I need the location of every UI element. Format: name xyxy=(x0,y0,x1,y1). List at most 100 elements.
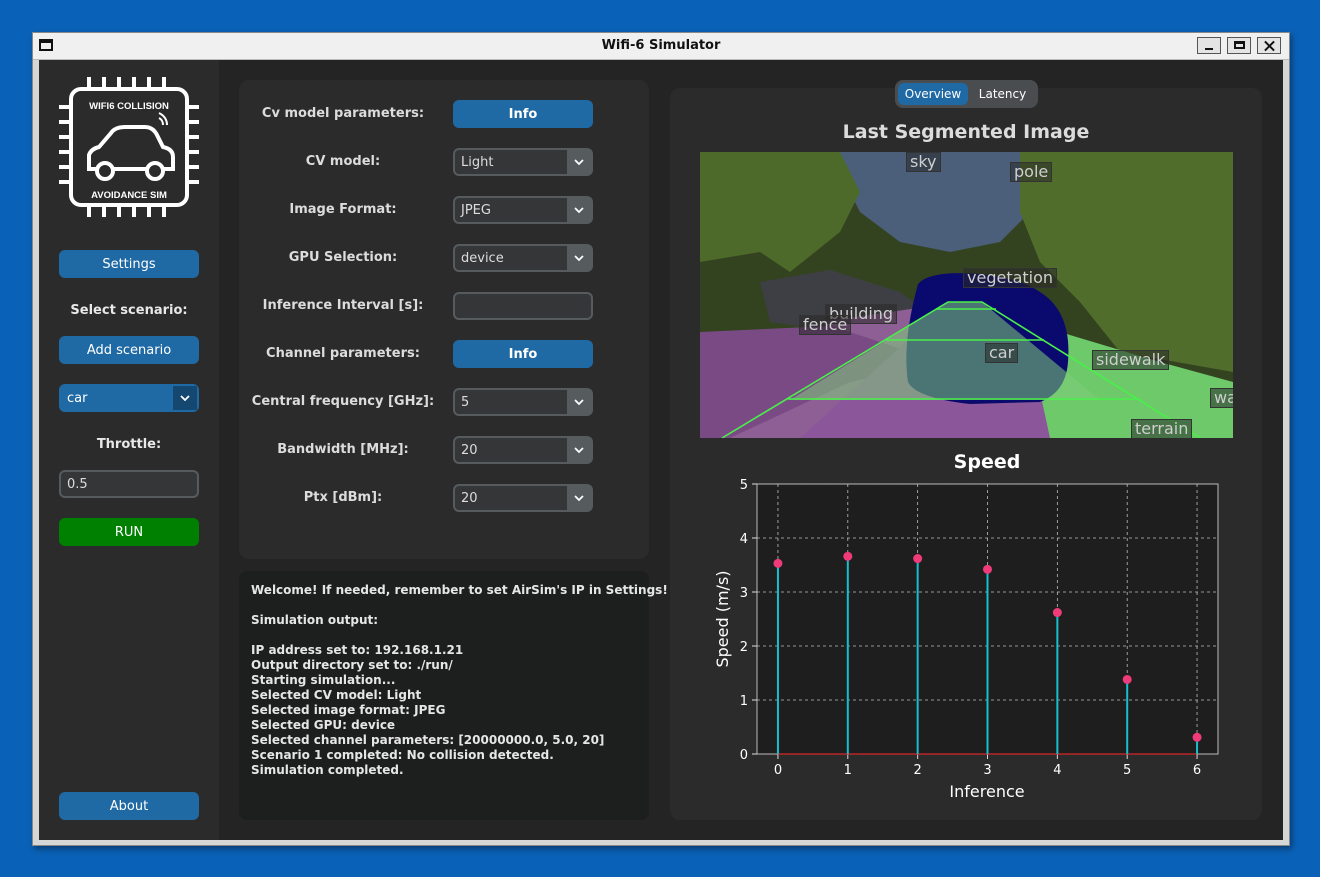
chevron-down-icon[interactable] xyxy=(567,486,591,510)
segmentation-canvas xyxy=(700,152,1233,438)
x-tick-label: 1 xyxy=(844,763,852,778)
speed-chart: Speed 0 1 2 3 4 5 6 0 1 2 3 4 5 Inference Speed (m/s… xyxy=(713,451,1219,801)
console-line: Selected image format: JPEG xyxy=(251,703,446,717)
seg-label-car: car xyxy=(985,343,1019,363)
chevron-down-icon[interactable] xyxy=(567,390,591,414)
central-frequency-label: Central frequency [GHz]: xyxy=(251,394,435,409)
console-line: Output directory set to: ./run/ xyxy=(251,658,453,672)
throttle-label: Throttle: xyxy=(96,437,162,452)
seg-label-pole: pole xyxy=(1010,162,1053,182)
chart-title: Speed xyxy=(954,451,1021,473)
overview-panel: Overview Latency Last Segmented Image sk… xyxy=(670,80,1262,820)
y-tick-label: 4 xyxy=(740,532,748,547)
gpu-label: GPU Selection: xyxy=(288,250,398,265)
simulation-output-console[interactable]: Welcome! If needed, remember to set AirS… xyxy=(239,571,668,820)
view-tabs: Overview Latency xyxy=(895,80,1038,108)
stem-marker xyxy=(1192,732,1202,742)
tab-latency[interactable]: Latency xyxy=(970,83,1035,105)
seg-label-sidewalk: sidewalk xyxy=(1092,350,1170,370)
close-button[interactable] xyxy=(1257,37,1281,54)
console-line: IP address set to: 192.168.1.21 xyxy=(251,643,464,657)
scenario-select[interactable]: car xyxy=(59,384,199,412)
console-line: Scenario 1 completed: No collision detec… xyxy=(251,748,554,762)
title-bar[interactable]: Wifi-6 Simulator xyxy=(33,33,1289,60)
scenario-select-value: car xyxy=(67,391,88,406)
sidebar: WIFI6 COLLISION AVOIDANCE SIM Settings S… xyxy=(39,60,219,840)
x-tick-label: 4 xyxy=(1053,763,1061,778)
add-scenario-button[interactable]: Add scenario xyxy=(59,336,199,364)
settings-button[interactable]: Settings xyxy=(59,250,199,278)
stem-marker xyxy=(1122,674,1132,684)
chevron-down-icon[interactable] xyxy=(567,198,591,222)
channel-params-label: Channel parameters: xyxy=(266,346,420,361)
central-frequency-value: 5 xyxy=(461,395,470,410)
gpu-select[interactable]: device xyxy=(453,244,593,272)
app-window: Wifi-6 Simulator WIFI6 COLLISION AVOIDAN… xyxy=(32,32,1290,846)
console-line: Simulation output: xyxy=(251,613,379,627)
chevron-down-icon[interactable] xyxy=(567,150,591,174)
x-axis-label: Inference xyxy=(949,782,1024,801)
stem-marker xyxy=(843,551,853,561)
app-logo: WIFI6 COLLISION AVOIDANCE SIM xyxy=(59,77,199,217)
segmented-image: sky pole vegetation building fence car s… xyxy=(700,152,1233,438)
stem-marker xyxy=(983,564,992,574)
cv-model-select[interactable]: Light xyxy=(453,148,593,176)
console-line: Selected CV model: Light xyxy=(251,688,422,702)
central-frequency-select[interactable]: 5 xyxy=(453,388,593,416)
image-format-label: Image Format: xyxy=(289,202,397,217)
seg-label-sky: sky xyxy=(906,152,941,172)
inference-interval-input[interactable] xyxy=(453,292,593,320)
bandwidth-value: 20 xyxy=(461,443,478,458)
x-tick-label: 5 xyxy=(1123,763,1131,778)
cv-params-label: Cv model parameters: xyxy=(261,106,425,121)
x-tick-label: 6 xyxy=(1193,763,1201,778)
cv-info-button[interactable]: Info xyxy=(453,100,593,128)
x-tick-label: 3 xyxy=(983,763,991,778)
ptx-select[interactable]: 20 xyxy=(453,484,593,512)
select-scenario-label: Select scenario: xyxy=(70,303,188,318)
logo-top-text: WIFI6 COLLISION xyxy=(89,101,169,112)
maximize-button[interactable] xyxy=(1227,37,1251,54)
segmented-image-title: Last Segmented Image xyxy=(842,121,1090,143)
inference-interval-label: Inference Interval [s]: xyxy=(262,298,424,313)
x-tick-label: 0 xyxy=(774,763,782,778)
parameters-panel: Cv model parameters: Info CV model: Ligh… xyxy=(239,80,649,559)
chevron-down-icon[interactable] xyxy=(567,246,591,270)
x-tick-label: 2 xyxy=(914,763,922,778)
console-line: Selected GPU: device xyxy=(251,718,396,732)
y-tick-label: 1 xyxy=(740,694,748,709)
throttle-input[interactable]: 0.5 xyxy=(59,470,199,498)
y-tick-label: 3 xyxy=(740,586,748,601)
seg-label-wall: wa xyxy=(1210,388,1233,408)
run-button[interactable]: RUN xyxy=(59,518,199,546)
channel-info-button[interactable]: Info xyxy=(453,340,593,368)
console-line: Welcome! If needed, remember to set AirS… xyxy=(251,583,668,597)
y-tick-label: 5 xyxy=(740,478,748,493)
cv-model-value: Light xyxy=(461,155,494,170)
seg-label-terrain: terrain xyxy=(1131,419,1193,438)
bandwidth-label: Bandwidth [MHz]: xyxy=(277,442,409,457)
stem-marker xyxy=(1052,608,1062,618)
ptx-label: Ptx [dBm]: xyxy=(303,490,383,505)
about-button[interactable]: About xyxy=(59,792,199,820)
gpu-value: device xyxy=(461,251,504,266)
window-title: Wifi-6 Simulator xyxy=(601,38,721,53)
image-format-select[interactable]: JPEG xyxy=(453,196,593,224)
y-tick-label: 2 xyxy=(740,640,748,655)
console-line: Selected channel parameters: [20000000.0… xyxy=(251,733,605,747)
console-line: Simulation completed. xyxy=(251,763,404,777)
bandwidth-select[interactable]: 20 xyxy=(453,436,593,464)
app-content: WIFI6 COLLISION AVOIDANCE SIM Settings S… xyxy=(39,60,1283,840)
y-tick-label: 0 xyxy=(740,748,748,763)
console-line: Starting simulation... xyxy=(251,673,396,687)
minimize-button[interactable] xyxy=(1197,37,1221,54)
chevron-down-icon[interactable] xyxy=(567,438,591,462)
stem-marker xyxy=(913,554,923,564)
image-format-value: JPEG xyxy=(461,203,491,218)
tab-overview[interactable]: Overview xyxy=(898,83,968,105)
stem-marker xyxy=(773,558,783,568)
chevron-down-icon[interactable] xyxy=(173,386,197,410)
seg-label-vegetation: vegetation xyxy=(963,268,1058,288)
cv-model-label: CV model: xyxy=(305,154,381,169)
logo-bottom-text: AVOIDANCE SIM xyxy=(91,190,167,201)
